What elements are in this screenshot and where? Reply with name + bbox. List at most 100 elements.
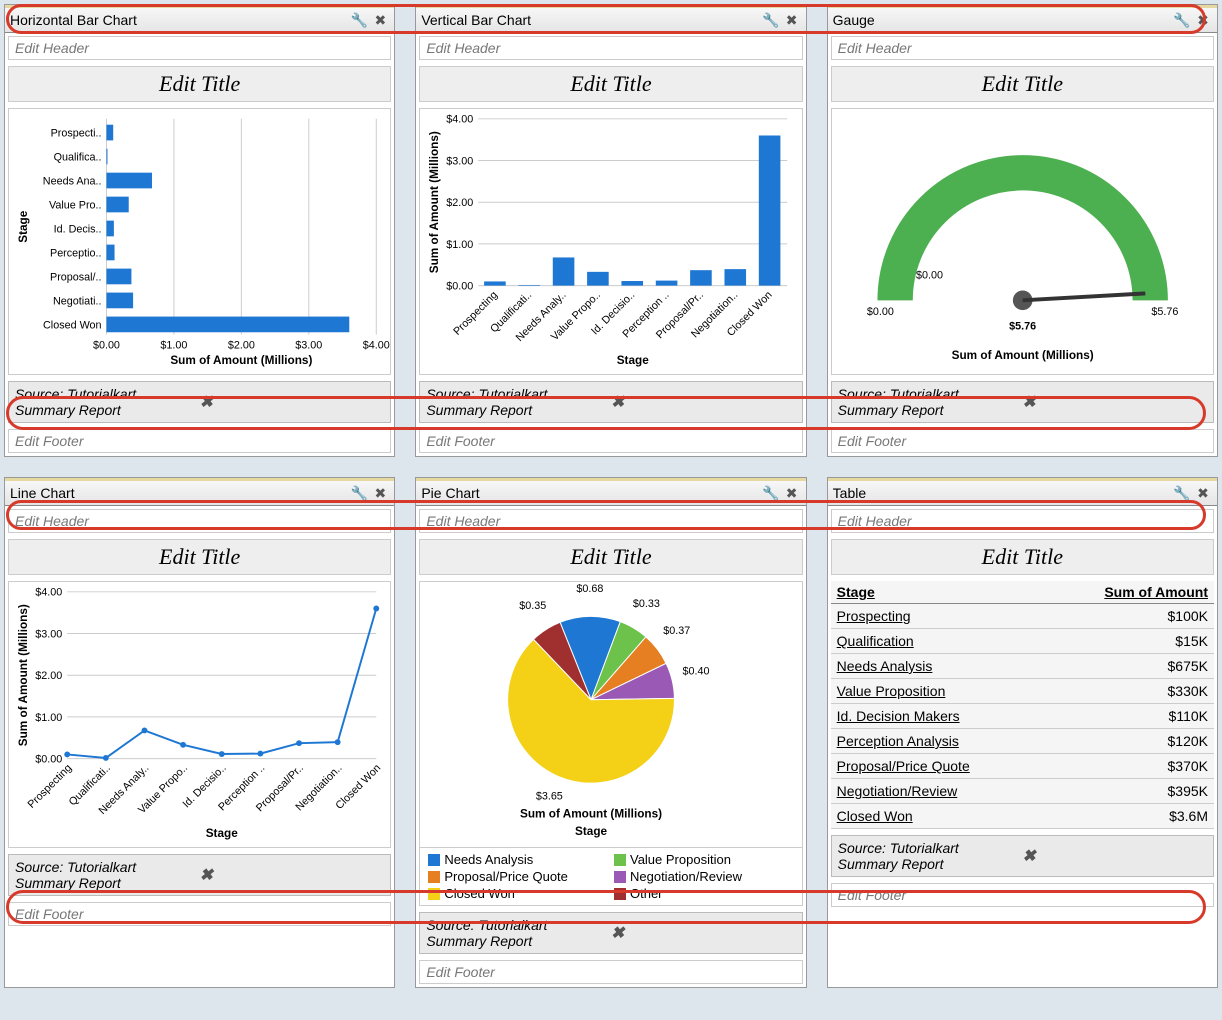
source-close-icon[interactable]: ✖ [200,865,385,885]
svg-text:Needs Ana..: Needs Ana.. [43,175,102,187]
wrench-icon[interactable]: 🔧 [350,484,368,502]
wrench-icon[interactable]: 🔧 [350,11,368,29]
legend-item: Closed Won [428,886,608,901]
edit-title[interactable]: Edit Title [831,539,1214,575]
close-icon[interactable]: ✖ [371,11,389,29]
table-row[interactable]: Perception Analysis$120K [831,729,1214,754]
close-icon[interactable]: ✖ [1194,11,1212,29]
vbar-chart: $0.00$1.00$2.00$3.00$4.00ProspectingQual… [419,108,802,375]
close-icon[interactable]: ✖ [1194,484,1212,502]
close-icon[interactable]: ✖ [783,484,801,502]
table-row[interactable]: Qualification$15K [831,629,1214,654]
edit-title[interactable]: Edit Title [8,539,391,575]
source-close-icon[interactable]: ✖ [611,392,796,412]
widget-vbar: 🔧✖ Edit Header Edit Title $0.00$1.00$2.0… [415,4,806,457]
svg-text:$2.00: $2.00 [35,670,62,682]
table-row[interactable]: Value Proposition$330K [831,679,1214,704]
edit-footer[interactable]: Edit Footer [831,883,1214,907]
svg-text:$2.00: $2.00 [447,197,474,209]
legend-item: Other [614,886,794,901]
edit-footer[interactable]: Edit Footer [831,429,1214,453]
source-text: Source: Tutorialkart Summary Report [838,386,1023,418]
close-icon[interactable]: ✖ [783,11,801,29]
svg-text:Id. Decis..: Id. Decis.. [54,223,102,235]
svg-text:$3.65: $3.65 [536,790,563,802]
widget-title-bar: 🔧 ✖ [5,5,394,33]
legend-item: Needs Analysis [428,852,608,867]
edit-header[interactable]: Edit Header [419,36,802,60]
edit-title[interactable]: Edit Title [419,66,802,102]
edit-footer[interactable]: Edit Footer [419,960,802,984]
svg-text:$0.37: $0.37 [664,625,691,637]
dashboard-grid: 🔧 ✖ Edit Header Edit Title $0.00 $1.00 $2.… [4,4,1218,988]
edit-header[interactable]: Edit Header [8,509,391,533]
col-header[interactable]: Sum of Amount [1044,581,1214,604]
svg-text:$1.00: $1.00 [160,339,187,351]
table-row[interactable]: Proposal/Price Quote$370K [831,754,1214,779]
edit-footer[interactable]: Edit Footer [8,429,391,453]
svg-text:Negotiati..: Negotiati.. [53,295,102,307]
table-row[interactable]: Closed Won$3.6M [831,804,1214,829]
svg-text:Closed Won: Closed Won [43,319,102,331]
svg-text:$0.40: $0.40 [683,666,710,678]
edit-header[interactable]: Edit Header [831,509,1214,533]
source-bar: Source: Tutorialkart Summary Report✖ [8,381,391,423]
widget-hbar: 🔧 ✖ Edit Header Edit Title $0.00$1.00$2.… [4,4,395,457]
svg-text:Value Pro..: Value Pro.. [49,199,102,211]
source-close-icon[interactable]: ✖ [200,392,385,412]
widget-type-input[interactable] [833,12,1170,28]
svg-text:$3.00: $3.00 [447,155,474,167]
widget-type-input[interactable] [421,485,758,501]
svg-text:Stage: Stage [575,825,607,838]
edit-title[interactable]: Edit Title [8,66,391,102]
gauge-chart: $0.00 $0.00 $5.76 $5.76 Sum of Amount (M… [831,108,1214,375]
source-text: Source: Tutorialkart Summary Report [838,840,1023,872]
wrench-icon[interactable]: 🔧 [762,11,780,29]
edit-header[interactable]: Edit Header [8,36,391,60]
svg-text:$5.76: $5.76 [1151,306,1178,318]
legend-item: Proposal/Price Quote [428,869,608,884]
edit-header[interactable]: Edit Header [831,36,1214,60]
source-close-icon[interactable]: ✖ [611,923,796,943]
edit-footer[interactable]: Edit Footer [419,429,802,453]
svg-text:Prospecti..: Prospecti.. [51,127,102,139]
svg-text:$0.00: $0.00 [916,270,943,282]
widget-type-input[interactable] [833,485,1170,501]
widget-line: 🔧✖ Edit Header Edit Title $0.00$1.00$2.0… [4,477,395,988]
source-bar: Source: Tutorialkart Summary Report✖ [831,381,1214,423]
table-row[interactable]: Negotiation/Review$395K [831,779,1214,804]
table-row[interactable]: Prospecting$100K [831,604,1214,629]
widget-type-input[interactable] [10,485,347,501]
table-row[interactable]: Needs Analysis$675K [831,654,1214,679]
svg-text:$0.00: $0.00 [35,754,62,766]
col-header[interactable]: Stage [831,581,1044,604]
source-text: Source: Tutorialkart Summary Report [15,859,200,891]
edit-header[interactable]: Edit Header [419,509,802,533]
source-close-icon[interactable]: ✖ [1022,846,1207,866]
svg-text:Sum of Amount (Millions): Sum of Amount (Millions) [951,349,1093,362]
edit-title[interactable]: Edit Title [831,66,1214,102]
widget-type-input[interactable] [10,12,347,28]
svg-text:Proposal/..: Proposal/.. [50,271,102,283]
source-text: Source: Tutorialkart Summary Report [426,917,611,949]
svg-text:$0.33: $0.33 [633,598,660,610]
wrench-icon[interactable]: 🔧 [1173,484,1191,502]
source-close-icon[interactable]: ✖ [1022,392,1207,412]
svg-text:$0.00: $0.00 [447,281,474,293]
table-row[interactable]: Id. Decision Makers$110K [831,704,1214,729]
svg-text:$4.00: $4.00 [35,587,62,599]
wrench-icon[interactable]: 🔧 [762,484,780,502]
svg-text:$3.00: $3.00 [35,628,62,640]
widget-type-input[interactable] [421,12,758,28]
edit-title[interactable]: Edit Title [419,539,802,575]
line-chart: $0.00$1.00$2.00$3.00$4.00ProspectingQual… [8,581,391,848]
edit-footer[interactable]: Edit Footer [8,902,391,926]
close-icon[interactable]: ✖ [371,484,389,502]
wrench-icon[interactable]: 🔧 [1173,11,1191,29]
svg-text:$0.35: $0.35 [520,600,547,612]
svg-text:Perceptio..: Perceptio.. [50,247,102,259]
data-table: StageSum of AmountProspecting$100KQualif… [831,581,1214,829]
source-text: Source: Tutorialkart Summary Report [426,386,611,418]
svg-text:Stage: Stage [206,827,238,840]
legend-item: Value Proposition [614,852,794,867]
